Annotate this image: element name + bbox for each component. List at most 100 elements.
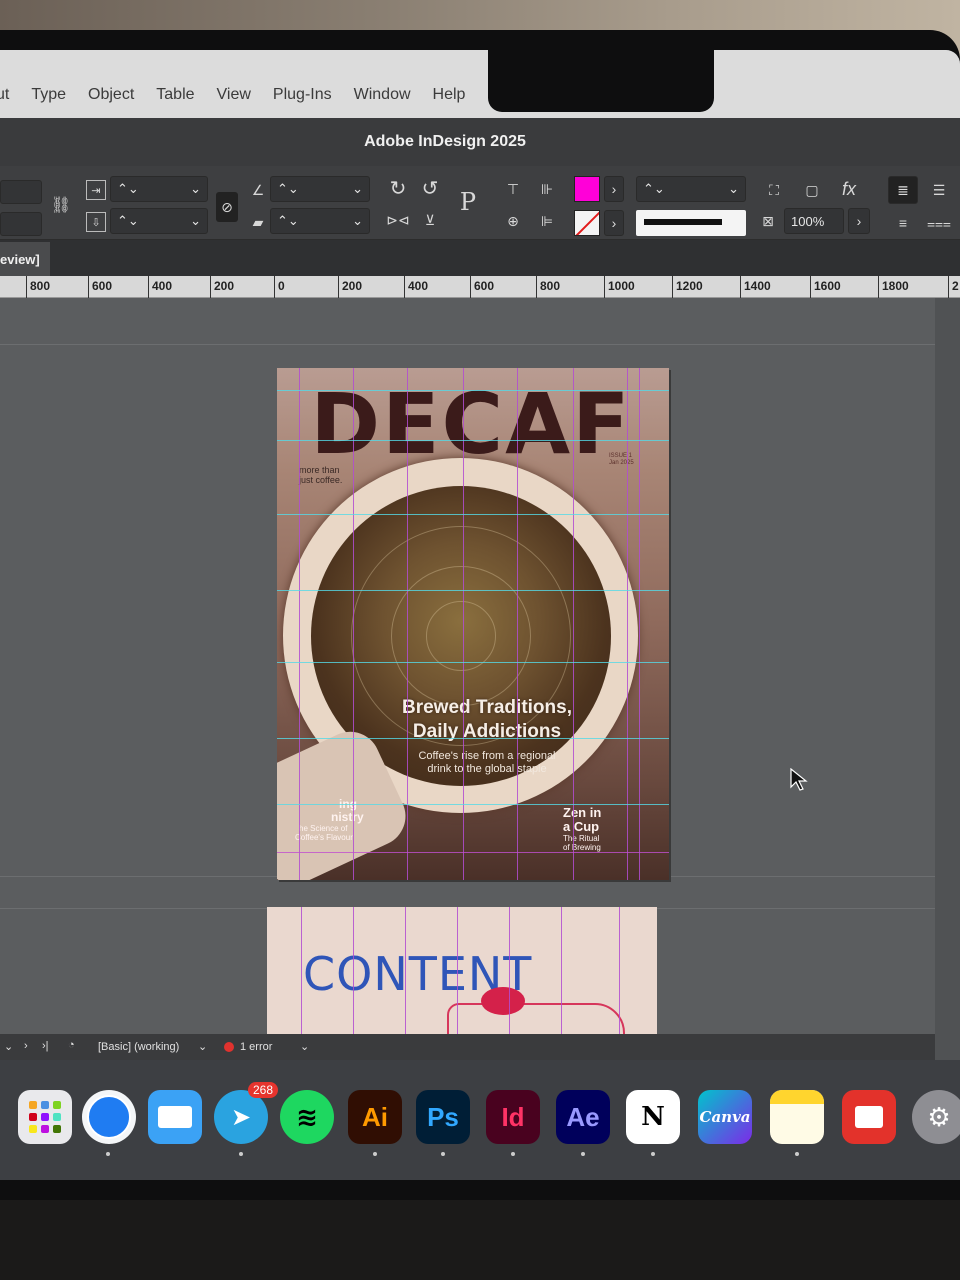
issue-label[interactable]: ISSUE 1 Jan 2025 (609, 453, 634, 467)
rotate-ccw-icon[interactable]: ↺ (418, 176, 442, 200)
effects-fx-icon[interactable]: fx (836, 176, 862, 202)
photo-booth-icon[interactable] (842, 1090, 896, 1144)
chevron-down-icon[interactable]: ⌄ (4, 1040, 13, 1053)
text-wrap-around-icon[interactable]: ☰ (924, 176, 954, 204)
ruler-label: 0 (274, 276, 285, 298)
sketch-red-blob (481, 987, 525, 1015)
launchpad-icon[interactable] (18, 1090, 72, 1144)
running-indicator (373, 1152, 377, 1156)
width-field[interactable]: ⌃⌄ ⌄ (110, 176, 208, 202)
stroke-menu-button[interactable]: › (604, 210, 624, 236)
left-feature-sub: Coffee's Flavour (295, 833, 353, 842)
document-tab[interactable]: eview] (0, 242, 50, 276)
system-settings-icon[interactable]: ⚙ (912, 1090, 960, 1144)
paragraph-icon[interactable]: P (450, 182, 486, 222)
error-indicator-icon (224, 1042, 234, 1052)
macos-dock: ➤ 268 ≋ Ai Ps Id Ae N Canva ⚙ (0, 1060, 960, 1180)
notes-icon[interactable] (770, 1090, 824, 1144)
margin-guide (277, 852, 669, 853)
stroke-type-select[interactable] (636, 210, 746, 236)
menu-type[interactable]: Type (31, 86, 66, 104)
horizontal-ruler[interactable]: 800 600 400 200 0 200 400 600 800 1000 1… (0, 276, 960, 298)
menu-view[interactable]: View (217, 86, 251, 104)
flip-vertical-icon[interactable]: ⊻ (418, 208, 442, 232)
ruler-label: 1800 (878, 276, 909, 298)
mail-icon[interactable] (148, 1090, 202, 1144)
menu-object[interactable]: Object (88, 86, 134, 104)
status-bar: ⌄ › ›| ◔ [Basic] (working) ⌄ 1 error ⌄ (0, 1034, 935, 1060)
preflight-profile-label[interactable]: [Basic] (working) (98, 1041, 179, 1053)
cover-subhead[interactable]: Coffee's rise from a regional drink to t… (357, 750, 617, 776)
stroke-swatch[interactable] (574, 210, 600, 236)
constrain-link-icon[interactable]: ⛓ (50, 194, 72, 216)
safari-icon[interactable] (82, 1090, 136, 1144)
chain-icon[interactable]: ⊘ (216, 192, 238, 222)
align-center-icon[interactable]: ⊕ (502, 210, 524, 232)
document-tab-strip: eview] (0, 240, 960, 276)
notion-icon[interactable]: N (626, 1090, 680, 1144)
notes-header (770, 1090, 824, 1104)
ruler-label: 200 (210, 276, 234, 298)
subhead-line: Coffee's rise from a regional (418, 750, 556, 762)
rotation-field[interactable]: ⌃⌄ ⌄ (270, 176, 370, 202)
canva-icon[interactable]: Canva (698, 1090, 752, 1144)
ruler-label: 600 (470, 276, 494, 298)
text-wrap-shape-icon[interactable]: ≡ (888, 210, 918, 236)
after-effects-icon[interactable]: Ae (556, 1090, 610, 1144)
ruler-label: 800 (26, 276, 50, 298)
menu-table[interactable]: Table (156, 86, 194, 104)
menu-window[interactable]: Window (354, 86, 411, 104)
vertical-scrollbar[interactable] (935, 298, 960, 1098)
fill-swatch[interactable] (574, 176, 600, 202)
safari-compass (87, 1095, 131, 1139)
subhead-line: drink to the global staple (427, 763, 547, 775)
chevron-down-icon[interactable]: ⌄ (198, 1040, 207, 1053)
rotate-cw-icon[interactable]: ↻ (386, 176, 410, 200)
tagline-line: more than (299, 465, 340, 475)
text-wrap-jump-icon[interactable]: ⩶ (924, 210, 954, 236)
indesign-icon[interactable]: Id (486, 1090, 540, 1144)
rotate-angle-icon: ∠ (251, 181, 265, 198)
ruler-label: 800 (536, 276, 560, 298)
distribute-icon[interactable]: ⊪ (534, 178, 560, 200)
camera-notch (488, 50, 714, 112)
distribute-spacing-icon[interactable]: ⊫ (534, 210, 560, 232)
illustrator-icon[interactable]: Ai (348, 1090, 402, 1144)
menu-help[interactable]: Help (433, 86, 466, 104)
mail-envelope (158, 1106, 192, 1128)
opacity-menu-button[interactable]: › (848, 208, 870, 234)
height-field[interactable]: ⌃⌄ ⌄ (110, 208, 208, 234)
menu-plug-ins[interactable]: Plug-Ins (273, 86, 332, 104)
ruler-label: 2 (948, 276, 959, 298)
chevron-down-icon[interactable]: ⌄ (300, 1040, 309, 1053)
flip-horizontal-icon[interactable]: ⊳⊲ (386, 208, 410, 232)
tagline-line: just coffee. (299, 475, 343, 485)
align-top-icon[interactable]: ⊤ (502, 178, 524, 200)
text-wrap-icon[interactable]: ≣ (888, 176, 918, 204)
last-page-icon[interactable]: ›| (42, 1040, 49, 1052)
error-count[interactable]: 1 error (240, 1041, 272, 1053)
opacity-field[interactable]: 100% (784, 208, 844, 234)
running-indicator (581, 1152, 585, 1156)
width-icon: ⇥ (86, 180, 106, 200)
y-field[interactable] (0, 212, 42, 236)
photoshop-icon[interactable]: Ps (416, 1090, 470, 1144)
tagline[interactable]: more than just coffee. (299, 465, 342, 485)
cover-headline[interactable]: Brewed Traditions, Daily Addictions (337, 696, 637, 744)
x-field[interactable] (0, 180, 42, 204)
spotify-icon[interactable]: ≋ (280, 1090, 334, 1144)
ruler-label: 400 (404, 276, 428, 298)
drop-shadow-icon[interactable]: ▢ (800, 178, 824, 202)
preflight-profile-icon[interactable]: ◔ (68, 1039, 75, 1051)
row-guide (277, 390, 669, 391)
ruler-label: 1200 (672, 276, 703, 298)
fill-menu-button[interactable]: › (604, 176, 624, 202)
stroke-weight-field[interactable]: ⌃⌄ ⌄ (636, 176, 746, 202)
next-page-icon[interactable]: › (24, 1040, 28, 1052)
cover-page[interactable]: DECAF more than just coffee. ISSUE 1 Jan… (277, 368, 669, 880)
frame-fitting-icon[interactable]: ⛶ (762, 178, 786, 202)
menu-edit-partial[interactable]: ut (0, 86, 9, 104)
headline-line: Daily Addictions (412, 721, 562, 742)
shear-field[interactable]: ⌃⌄ ⌄ (270, 208, 370, 234)
telegram-icon[interactable]: ➤ 268 (214, 1082, 278, 1144)
